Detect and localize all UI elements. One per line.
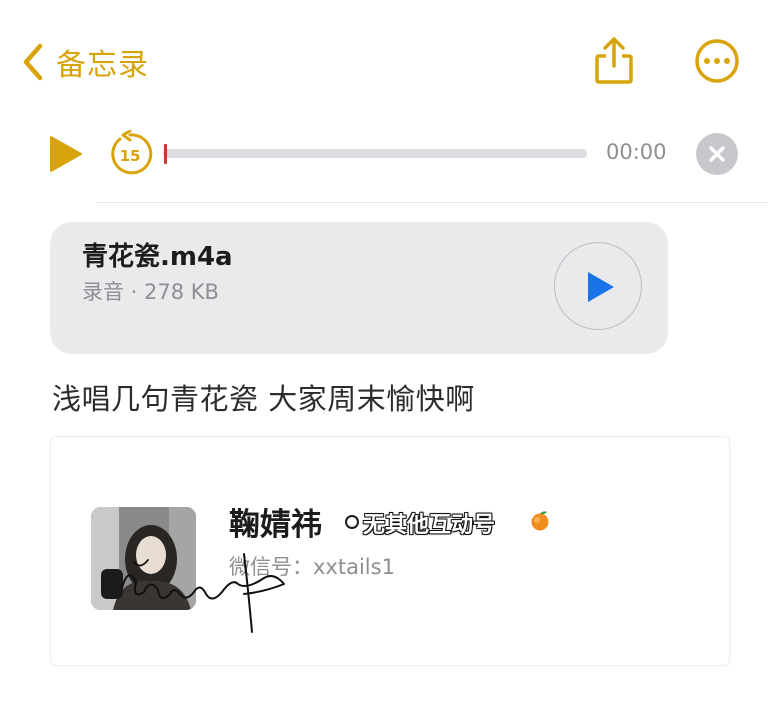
handwritten-signature [121,553,285,633]
close-player-button[interactable] [696,133,738,175]
profile-tag: 无其他互动号 [363,513,496,538]
attachment-play-button[interactable] [554,242,642,330]
back-label: 备忘录 [56,48,149,83]
play-icon [588,272,614,302]
skip-seconds-label: 15 [120,147,141,165]
audio-attachment[interactable]: 青花瓷.m4a 录音 · 278 KB [50,222,668,354]
scrubber-track [163,149,587,158]
more-button[interactable] [694,38,740,84]
close-icon [709,146,725,162]
scrubber-playhead[interactable] [164,144,167,164]
playback-time: 00:00 [606,140,667,164]
play-button[interactable] [48,134,84,174]
separator-dot [345,515,359,529]
note-body-text: 浅唱几句青花瓷 大家周末愉快啊 [52,382,475,416]
play-icon [50,136,82,172]
attachment-filename: 青花瓷.m4a [82,242,233,272]
chevron-left-icon [23,43,43,81]
share-icon [595,37,633,84]
back-button[interactable]: 备忘录 [22,40,149,84]
profile-name: 鞠婧祎 [229,507,322,543]
playback-scrubber[interactable] [163,144,587,164]
divider [96,202,768,203]
skip-back-15-icon: 15 [111,129,153,175]
more-ellipsis-icon [695,39,739,83]
peach-icon [531,511,549,531]
skip-back-15-button[interactable]: 15 [106,129,154,178]
audio-player-bar: 15 00:00 [0,122,784,188]
attachment-meta: 录音 · 278 KB [82,280,219,304]
share-button[interactable] [592,36,636,86]
